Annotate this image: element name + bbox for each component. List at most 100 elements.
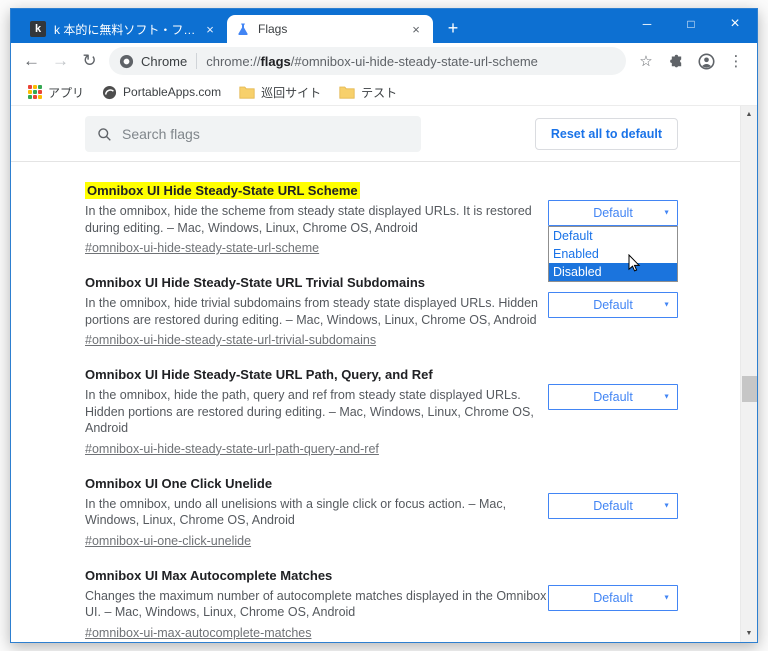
bookmarks-bar: アプリ PortableApps.com 巡回サイト テスト <box>11 79 757 106</box>
vertical-scrollbar[interactable]: ▲ ▼ <box>740 106 757 642</box>
chip-separator <box>196 53 198 69</box>
flag-entry-one-click-unelide: Omnibox UI One Click Unelide In the omni… <box>85 475 678 550</box>
flag-description: In the omnibox, hide trivial subdomains … <box>85 296 539 327</box>
bookmark-label: 巡回サイト <box>261 85 322 100</box>
select-value: Default <box>593 390 633 404</box>
back-button[interactable]: ← <box>17 47 46 75</box>
tab-title: Flags <box>258 22 288 36</box>
flag-title: Omnibox UI Hide Steady-State URL Trivial… <box>85 275 425 290</box>
flask-icon <box>236 22 250 36</box>
chevron-down-icon: ▼ <box>663 393 670 401</box>
folder-icon <box>339 86 355 99</box>
flag-text: Omnibox UI Hide Steady-State URL Trivial… <box>85 274 548 349</box>
search-box[interactable] <box>85 116 421 152</box>
folder-icon <box>239 86 255 99</box>
flag-entry-path-query-ref: Omnibox UI Hide Steady-State URL Path, Q… <box>85 366 678 458</box>
bookmark-label: アプリ <box>48 85 85 100</box>
flag-value-select[interactable]: Default ▼ <box>548 492 678 519</box>
scrollbar-thumb[interactable] <box>742 376 757 402</box>
flag-text: Omnibox UI Hide Steady-State URL Path, Q… <box>85 366 548 458</box>
browser-window: k k 本的に無料ソフト・フリーソフト × Flags × + ─ □ × ← … <box>10 8 758 643</box>
flag-title: Omnibox UI Hide Steady-State URL Path, Q… <box>85 367 433 382</box>
flag-select-column: Default ▼ <box>548 492 678 519</box>
chevron-down-icon: ▼ <box>663 301 670 309</box>
profile-avatar-icon[interactable] <box>691 47 721 75</box>
flag-permalink[interactable]: #omnibox-ui-one-click-unelide <box>85 533 251 550</box>
flags-list: Omnibox UI Hide Steady-State URL Scheme … <box>11 162 740 642</box>
flag-select-column: Default ▼ <box>548 292 678 318</box>
flag-description: Changes the maximum number of autocomple… <box>85 588 547 620</box>
flag-text: Omnibox UI Hide Steady-State URL Scheme … <box>85 182 548 257</box>
scroll-down-icon[interactable]: ▼ <box>741 625 757 642</box>
extensions-puzzle-icon[interactable] <box>661 47 691 75</box>
window-controls: ─ □ × <box>625 9 757 39</box>
site-chip: Chrome <box>119 54 187 69</box>
select-value: Default <box>593 206 633 220</box>
flag-value-select[interactable]: Default ▼ <box>548 584 678 611</box>
tab-gigafree[interactable]: k k 本的に無料ソフト・フリーソフト × <box>21 15 227 43</box>
bookmark-portableapps[interactable]: PortableApps.com <box>93 82 230 103</box>
flag-text: Omnibox UI One Click Unelide In the omni… <box>85 475 548 550</box>
flag-value-select[interactable]: Default ▼ <box>548 384 678 410</box>
scroll-up-icon[interactable]: ▲ <box>741 106 757 123</box>
bookmark-folder-test[interactable]: テスト <box>330 81 406 104</box>
chevron-down-icon: ▼ <box>663 209 670 217</box>
title-bar: k k 本的に無料ソフト・フリーソフト × Flags × + ─ □ × <box>11 9 757 43</box>
url-text: chrome://flags/#omnibox-ui-hide-steady-s… <box>206 53 538 69</box>
tab-flags[interactable]: Flags × <box>227 15 433 43</box>
flag-value-select[interactable]: Default ▼ <box>548 292 678 318</box>
select-value: Default <box>593 298 633 312</box>
maximize-button[interactable]: □ <box>669 9 713 39</box>
flag-title: Omnibox UI One Click Unelide <box>85 475 273 491</box>
flag-select-column: Default ▼ <box>548 584 678 611</box>
flag-permalink[interactable]: #omnibox-ui-hide-steady-state-url-path-q… <box>85 441 379 458</box>
flag-select-column: Default ▼ <box>548 384 678 410</box>
chrome-logo-icon <box>119 54 134 69</box>
select-dropdown-list: Default Enabled Disabled <box>548 226 678 282</box>
address-bar[interactable]: Chrome chrome://flags/#omnibox-ui-hide-s… <box>109 47 626 75</box>
flag-permalink[interactable]: #omnibox-ui-hide-steady-state-url-scheme <box>85 240 319 257</box>
tab-title: k 本的に無料ソフト・フリーソフト <box>54 22 196 37</box>
portableapps-logo-icon <box>102 85 117 100</box>
bookmark-star-icon[interactable]: ☆ <box>631 47 661 75</box>
apps-grid-icon <box>28 85 42 99</box>
bookmark-folder-junkai[interactable]: 巡回サイト <box>230 81 330 104</box>
search-highlight: Omnibox UI Hide Steady-State URL Scheme <box>85 182 360 199</box>
dropdown-option-disabled[interactable]: Disabled <box>549 263 677 281</box>
dropdown-option-default[interactable]: Default <box>549 227 677 245</box>
flags-search-row: Reset all to default <box>11 106 740 161</box>
minimize-button[interactable]: ─ <box>625 9 669 39</box>
flag-permalink[interactable]: #omnibox-ui-max-autocomplete-matches <box>85 625 311 642</box>
new-tab-button[interactable]: + <box>439 14 467 42</box>
bookmark-label: テスト <box>361 85 398 100</box>
flag-value-select[interactable]: Default ▼ <box>548 200 678 226</box>
site-chip-label: Chrome <box>141 53 188 69</box>
bookmark-label: PortableApps.com <box>123 85 222 99</box>
flags-page: Reset all to default Omnibox UI Hide Ste… <box>11 106 757 642</box>
search-flags-input[interactable] <box>122 126 409 142</box>
forward-button[interactable]: → <box>46 47 75 75</box>
flag-description: In the omnibox, undo all unelisions with… <box>85 496 507 528</box>
mouse-cursor <box>628 253 642 279</box>
flag-title: Omnibox UI Hide Steady-State URL Scheme <box>85 182 548 199</box>
flag-title: Omnibox UI Max Autocomplete Matches <box>85 567 333 583</box>
dropdown-option-enabled[interactable]: Enabled <box>549 245 677 263</box>
flag-entry-trivial-subdomains: Omnibox UI Hide Steady-State URL Trivial… <box>85 274 678 349</box>
flag-permalink[interactable]: #omnibox-ui-hide-steady-state-url-trivia… <box>85 332 376 349</box>
flag-description: In the omnibox, hide the path, query and… <box>85 388 534 435</box>
tab-close-icon[interactable]: × <box>408 22 424 37</box>
select-value: Default <box>593 498 633 513</box>
flag-description: In the omnibox, hide the scheme from ste… <box>85 204 532 235</box>
flag-text: Omnibox UI Max Autocomplete Matches Chan… <box>85 567 548 642</box>
chevron-down-icon: ▼ <box>663 502 670 509</box>
bookmark-apps[interactable]: アプリ <box>19 81 93 104</box>
site-favicon-icon: k <box>30 21 46 37</box>
flag-entry-url-scheme: Omnibox UI Hide Steady-State URL Scheme … <box>85 182 678 282</box>
reload-button[interactable]: ↻ <box>75 47 104 75</box>
tab-close-icon[interactable]: × <box>202 22 218 37</box>
reset-all-button[interactable]: Reset all to default <box>534 118 678 150</box>
search-icon <box>97 127 112 142</box>
menu-dots-icon[interactable]: ⋮ <box>721 47 751 75</box>
close-window-button[interactable]: × <box>713 9 757 39</box>
flag-entry-max-autocomplete-matches: Omnibox UI Max Autocomplete Matches Chan… <box>85 567 678 642</box>
